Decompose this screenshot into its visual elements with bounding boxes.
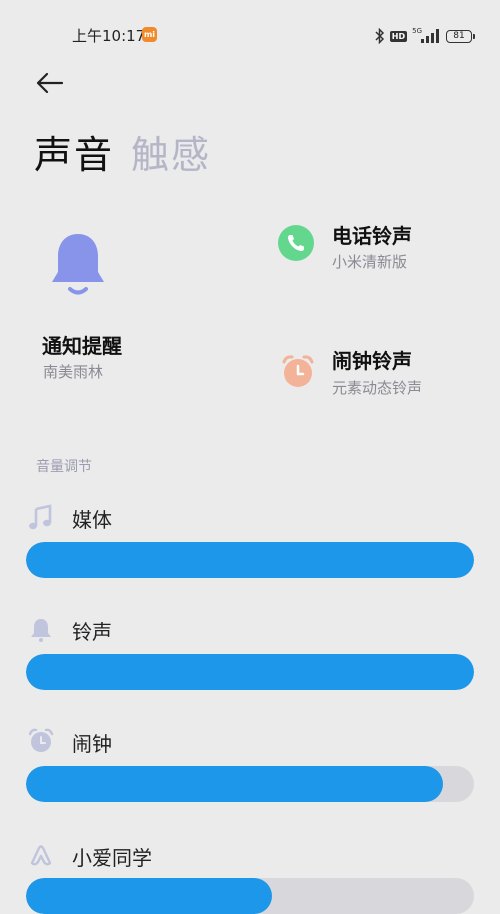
- volume-xiaoai-fill: [26, 878, 273, 914]
- status-icons: HD 5G 81: [375, 26, 475, 46]
- hd-icon: HD: [389, 30, 408, 42]
- notification-title: 通知提醒: [42, 334, 122, 358]
- alarm-clock-icon: [280, 353, 316, 389]
- volume-media-slider[interactable]: [26, 542, 474, 578]
- status-time: 上午10:17: [72, 27, 146, 45]
- volume-xiaoai-label: 小爱同学: [72, 846, 152, 870]
- signal-icon: [421, 29, 439, 43]
- battery-icon: 81: [446, 29, 475, 43]
- mi-notification-icon: mi: [142, 27, 157, 42]
- tab-haptics[interactable]: 触感: [131, 124, 211, 179]
- phone-ringtone-subtitle: 小米清新版: [332, 253, 408, 271]
- volume-xiaoai-slider[interactable]: [26, 878, 474, 914]
- volume-alarm-fill: [26, 766, 443, 802]
- alarm-ringtone-title: 闹钟铃声: [332, 349, 412, 373]
- notification-subtitle: 南美雨林: [43, 363, 104, 381]
- volume-ringtone-slider[interactable]: [26, 654, 474, 690]
- back-button[interactable]: [34, 68, 66, 98]
- alarm-clock-icon: [28, 728, 54, 752]
- status-bar: 上午10:17 mi HD 5G 81: [0, 22, 500, 50]
- volume-ringtone-fill: [26, 654, 474, 690]
- volume-alarm-label: 闹钟: [72, 732, 112, 756]
- bell-icon: [31, 619, 51, 642]
- volume-media-label: 媒体: [72, 508, 112, 532]
- xiaoai-icon: [30, 845, 52, 866]
- bell-icon: [52, 234, 104, 295]
- volume-media-fill: [26, 542, 474, 578]
- tab-sound[interactable]: 声音: [34, 124, 114, 179]
- phone-ringtone-title: 电话铃声: [332, 224, 412, 248]
- alarm-ringtone-subtitle: 元素动态铃声: [332, 379, 423, 397]
- back-arrow-icon: [36, 72, 64, 94]
- music-note-icon: [29, 504, 52, 530]
- bluetooth-icon: [375, 28, 384, 44]
- volume-alarm-slider[interactable]: [26, 766, 474, 802]
- volume-section-header: 音量调节: [36, 459, 92, 475]
- volume-ringtone-label: 铃声: [72, 620, 112, 644]
- phone-icon: [278, 225, 314, 261]
